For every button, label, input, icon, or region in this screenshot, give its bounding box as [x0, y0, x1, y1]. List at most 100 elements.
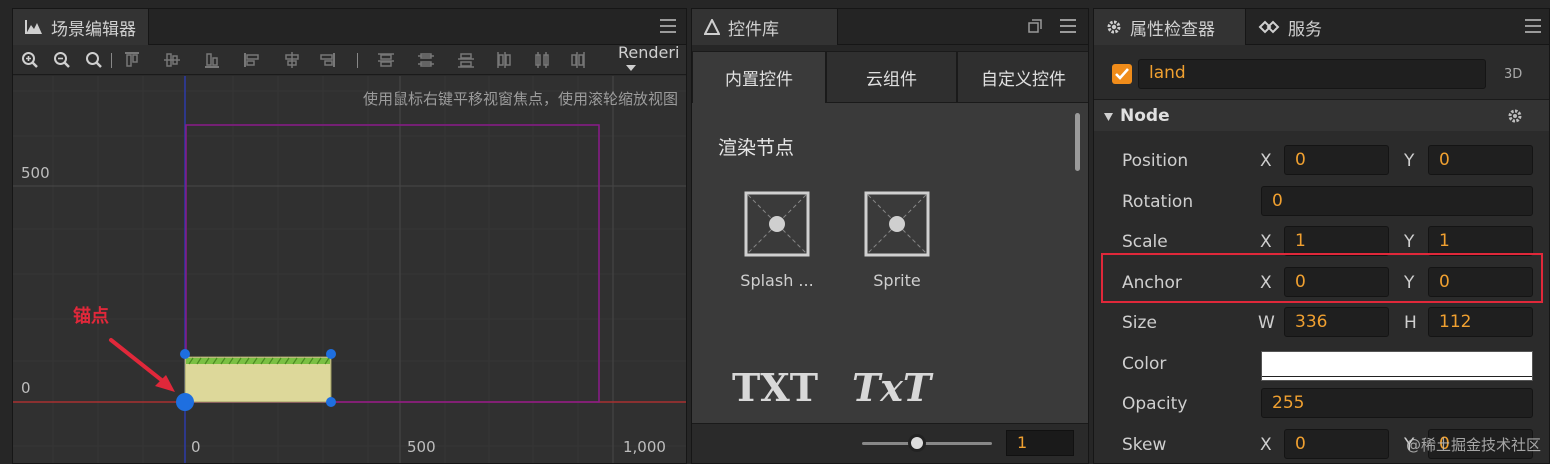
prop-position: Position X 0 Y 0 [1094, 141, 1549, 181]
mountain-icon [25, 20, 42, 34]
widget-richtext[interactable]: TxT [852, 365, 931, 410]
node-active-checkbox[interactable] [1112, 64, 1132, 84]
settings-gear-icon[interactable] [1507, 108, 1523, 124]
prop-position-label: Position [1122, 151, 1189, 171]
toolbar-divider [357, 53, 358, 68]
scene-canvas[interactable] [13, 76, 686, 463]
library-menu-icon[interactable] [1060, 19, 1076, 33]
prop-size: Size W 336 H 112 [1094, 303, 1549, 343]
tab-scene-editor[interactable]: 场景编辑器 [13, 9, 149, 45]
inspector-title: 属性检查器 [1130, 19, 1215, 40]
library-footer: 1 [692, 423, 1088, 463]
prop-size-label: Size [1122, 313, 1157, 333]
anchor-highlight-box [1101, 253, 1543, 303]
tab-custom-widgets[interactable]: 自定义控件 [957, 51, 1088, 103]
resize-handle-top-left[interactable] [180, 349, 190, 359]
triangle-icon [704, 19, 720, 35]
tab-cloud-components[interactable]: 云组件 [826, 51, 957, 103]
library-scrollbar[interactable] [1075, 113, 1080, 171]
tab-services[interactable]: 服务 [1246, 9, 1334, 45]
prop-color: Color [1094, 344, 1549, 384]
size-h-input[interactable]: 112 [1428, 307, 1533, 337]
align-bottom-icon[interactable] [203, 51, 221, 69]
prop-opacity-label: Opacity [1122, 394, 1188, 414]
prop-skew-label: Skew [1122, 435, 1167, 455]
widget-text[interactable]: TXT [732, 365, 818, 410]
position-y-input[interactable]: 0 [1428, 145, 1533, 175]
anchor-annotation-label: 锚点 [73, 306, 109, 327]
scale-y-input[interactable]: 1 [1428, 226, 1533, 256]
zoom-slider-knob[interactable] [908, 434, 926, 452]
tab-widget-library[interactable]: 控件库 [692, 9, 838, 45]
distribute-hcenter-icon[interactable] [533, 51, 551, 69]
zoom-input[interactable]: 1 [1006, 430, 1074, 456]
prop-scale-label: Scale [1122, 232, 1168, 252]
tab-custom-widgets-label: 自定义控件 [981, 69, 1066, 90]
toolbar-divider [111, 53, 112, 68]
size-w-input[interactable]: 336 [1284, 307, 1389, 337]
library-subtabs: 内置控件 云组件 自定义控件 [692, 45, 1088, 103]
skew-x-input[interactable]: 0 [1284, 429, 1389, 459]
widget-library-title: 控件库 [728, 19, 779, 40]
check-icon [1115, 68, 1129, 80]
tab-inspector[interactable]: 属性检查器 [1094, 9, 1246, 45]
align-right-icon[interactable] [318, 51, 336, 69]
scene-editor-panel: 场景编辑器 Renderi 使用鼠标右键平移视窗焦点，使用滚轮缩放视图 500 … [12, 8, 687, 464]
editor-window: 场景编辑器 Renderi 使用鼠标右键平移视窗焦点，使用滚轮缩放视图 500 … [0, 0, 1550, 464]
tab-builtin-widgets-label: 内置控件 [725, 70, 793, 90]
minor-grid [13, 76, 686, 463]
widget-sprite[interactable]: Sprite [842, 191, 952, 290]
zoom-slider-track[interactable] [862, 442, 992, 445]
widget-splash[interactable]: Splash ... [722, 191, 832, 290]
inspector-panel: 属性检查器 服务 land 3D Node Position X 0 Y 0 R… [1093, 8, 1550, 464]
rotation-input[interactable]: 0 [1261, 186, 1533, 216]
align-vcenter-icon[interactable] [163, 51, 181, 69]
widget-splash-label: Splash ... [740, 271, 814, 290]
gear-icon [1107, 20, 1121, 34]
node-name-row: land 3D [1094, 49, 1549, 95]
render-dropdown[interactable]: Renderi [616, 43, 682, 75]
y-tick-500: 500 [21, 164, 50, 182]
axis-x-label: X [1260, 232, 1272, 252]
library-content: 渲染节点 Splash ... Sprite TXT TxT [692, 103, 1088, 423]
resize-handle-top-right[interactable] [326, 349, 336, 359]
anchor-point-handle[interactable] [176, 393, 194, 411]
position-x-input[interactable]: 0 [1284, 145, 1389, 175]
popout-icon[interactable] [1028, 19, 1042, 33]
distribute-right-icon[interactable] [569, 51, 587, 69]
zoom-in-icon[interactable] [21, 51, 39, 69]
annotation-arrow-shaft [109, 338, 171, 388]
inspector-tabbar: 属性检查器 服务 [1094, 9, 1549, 45]
scene-menu-icon[interactable] [660, 19, 676, 33]
align-left-icon[interactable] [243, 51, 261, 69]
library-tabbar: 控件库 [692, 9, 1088, 45]
distribute-top-icon[interactable] [377, 51, 395, 69]
node-name-input[interactable]: land [1138, 59, 1486, 89]
scene-editor-title: 场景编辑器 [51, 19, 136, 40]
tab-builtin-widgets[interactable]: 内置控件 [692, 51, 826, 103]
distribute-vcenter-icon[interactable] [417, 51, 435, 69]
render-dropdown-label: Renderi [618, 43, 680, 62]
3d-toggle[interactable]: 3D [1504, 67, 1522, 82]
align-hcenter-icon[interactable] [283, 51, 301, 69]
align-top-icon[interactable] [123, 51, 141, 69]
scene-viewport[interactable]: 使用鼠标右键平移视窗焦点，使用滚轮缩放视图 500 0 0 500 1,000 … [13, 76, 686, 463]
axis-w-label: W [1258, 313, 1275, 333]
scale-x-input[interactable]: 1 [1284, 226, 1389, 256]
node-section-title: Node [1120, 106, 1170, 126]
color-swatch[interactable] [1261, 351, 1533, 381]
axis-h-label: H [1404, 313, 1417, 333]
services-title: 服务 [1288, 19, 1322, 40]
x-tick-500: 500 [407, 438, 436, 456]
resize-handle-bottom-right[interactable] [326, 397, 336, 407]
inspector-menu-icon[interactable] [1525, 19, 1541, 33]
prop-color-label: Color [1122, 354, 1167, 374]
distribute-left-icon[interactable] [495, 51, 513, 69]
zoom-reset-icon[interactable] [85, 51, 103, 69]
opacity-input[interactable]: 255 [1261, 388, 1533, 418]
distribute-bottom-icon[interactable] [457, 51, 475, 69]
node-section-header[interactable]: Node [1094, 99, 1549, 131]
zoom-out-icon[interactable] [53, 51, 71, 69]
axis-y-label: Y [1404, 151, 1415, 171]
caret-down-icon [1104, 113, 1113, 121]
